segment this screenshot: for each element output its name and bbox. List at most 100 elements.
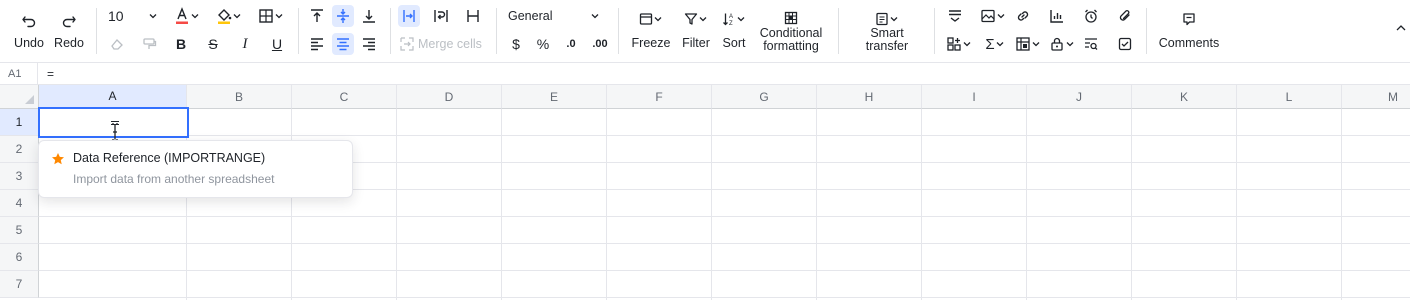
font-color-button[interactable]	[170, 6, 204, 26]
column-header-c[interactable]: C	[292, 85, 397, 109]
active-cell-a1[interactable]	[38, 107, 189, 141]
row-header-5[interactable]: 5	[0, 217, 39, 244]
row-header-1[interactable]: 1	[0, 109, 39, 136]
comments-label: Comments	[1158, 36, 1220, 50]
collapse-toolbar-button[interactable]	[1394, 20, 1408, 36]
comments-button[interactable]: Comments	[1154, 8, 1224, 54]
chevron-down-icon	[963, 42, 971, 47]
grid-line	[39, 243, 1410, 244]
column-header-l[interactable]: L	[1237, 85, 1342, 109]
insert-link-button[interactable]	[1012, 6, 1034, 26]
number-format-select[interactable]: General	[504, 6, 604, 26]
overflow-button[interactable]	[398, 5, 420, 27]
bar-chart-icon	[1050, 10, 1063, 23]
currency-label: $	[512, 36, 520, 52]
align-left-button[interactable]	[306, 34, 328, 54]
text-cursor-icon	[112, 123, 118, 141]
formula-suggestion-popup[interactable]: Data Reference (IMPORTRANGE) Import data…	[38, 140, 353, 198]
sort-button[interactable]: AZ Sort	[716, 8, 752, 54]
column-header-f[interactable]: F	[607, 85, 712, 109]
text-wrap-rows-button[interactable]	[944, 6, 966, 26]
align-center-button[interactable]	[332, 33, 354, 55]
widgets-button[interactable]	[944, 34, 974, 54]
star-icon	[52, 153, 64, 165]
column-header-d[interactable]: D	[397, 85, 502, 109]
column-header-a[interactable]: A	[39, 85, 187, 109]
column-header-i[interactable]: I	[922, 85, 1027, 109]
pivot-table-button[interactable]	[1012, 34, 1044, 54]
italic-button[interactable]: I	[234, 34, 256, 54]
filter-icon	[684, 13, 698, 25]
underline-button[interactable]: U	[266, 34, 288, 54]
functions-button[interactable]: Σ	[980, 34, 1010, 54]
grid-line	[291, 109, 292, 300]
smart-transfer-button[interactable]: Smart transfer	[852, 8, 922, 56]
chevron-down-icon	[149, 14, 157, 19]
row-header-7[interactable]: 7	[0, 271, 39, 298]
freeze-button[interactable]: Freeze	[626, 8, 676, 54]
column-header-e[interactable]: E	[502, 85, 607, 109]
column-header-b[interactable]: B	[187, 85, 292, 109]
borders-button[interactable]	[254, 6, 288, 26]
cell-reference[interactable]: A1	[0, 63, 38, 84]
percent-label: %	[536, 36, 550, 52]
formula-bar: A1 =	[0, 62, 1410, 85]
filter-label: Filter	[682, 36, 710, 50]
attachment-button[interactable]	[1114, 6, 1136, 26]
undo-button[interactable]: Undo	[12, 8, 46, 54]
currency-button[interactable]: $	[506, 34, 526, 54]
increase-decimal-button[interactable]: .00	[588, 34, 612, 54]
redo-icon	[62, 16, 76, 28]
row-header-4[interactable]: 4	[0, 190, 39, 217]
column-header-k[interactable]: K	[1132, 85, 1237, 109]
chevron-down-icon	[654, 17, 662, 22]
font-size-select[interactable]: 10	[104, 6, 162, 26]
column-header-g[interactable]: G	[712, 85, 817, 109]
find-button[interactable]	[1080, 34, 1102, 54]
cell-equals-glyph	[111, 121, 119, 125]
wrap-text-button[interactable]	[430, 6, 452, 26]
column-header-m[interactable]: M	[1342, 85, 1410, 109]
column-header-h[interactable]: H	[817, 85, 922, 109]
merge-cells-button[interactable]: Merge cells	[400, 34, 488, 54]
select-all-corner[interactable]	[0, 85, 39, 109]
suggestion-description: Import data from another spreadsheet	[73, 172, 275, 186]
align-right-icon	[363, 38, 375, 51]
paint-bucket-icon	[218, 9, 232, 24]
separator	[1146, 8, 1147, 54]
separator	[934, 8, 935, 54]
grid-line	[1131, 109, 1132, 300]
grid-line	[39, 270, 1410, 271]
bold-button[interactable]: B	[170, 34, 192, 54]
clear-format-button[interactable]	[106, 34, 128, 54]
row-header-2[interactable]: 2	[0, 136, 39, 163]
conditional-formatting-button[interactable]: Conditional formatting	[756, 8, 826, 56]
strike-label: S	[208, 36, 218, 52]
column-header-j[interactable]: J	[1027, 85, 1132, 109]
row-header-6[interactable]: 6	[0, 244, 39, 271]
wrap-text-icon	[434, 10, 448, 22]
reminder-button[interactable]	[1080, 6, 1102, 26]
decrease-decimal-button[interactable]: .0	[560, 34, 582, 54]
insert-image-button[interactable]	[976, 6, 1010, 26]
grid-line	[816, 109, 817, 300]
align-middle-button[interactable]	[332, 5, 354, 27]
align-bottom-button[interactable]	[358, 6, 380, 26]
chevron-down-icon	[737, 17, 745, 22]
filter-button[interactable]: Filter	[678, 8, 714, 54]
clip-text-button[interactable]	[462, 6, 484, 26]
align-right-button[interactable]	[358, 34, 380, 54]
checkbox-button[interactable]	[1114, 34, 1136, 54]
smart-transfer-icon	[876, 12, 888, 25]
insert-chart-button[interactable]	[1046, 6, 1068, 26]
align-top-button[interactable]	[306, 6, 328, 26]
format-painter-button[interactable]	[138, 34, 160, 54]
strikethrough-button[interactable]: S	[202, 34, 224, 54]
fill-color-button[interactable]	[212, 6, 246, 26]
percent-button[interactable]: %	[532, 34, 554, 54]
protect-range-button[interactable]	[1046, 34, 1078, 54]
formula-input[interactable]: =	[47, 63, 54, 84]
grid-line	[1236, 109, 1237, 300]
row-header-3[interactable]: 3	[0, 163, 39, 190]
redo-button[interactable]: Redo	[52, 8, 86, 54]
